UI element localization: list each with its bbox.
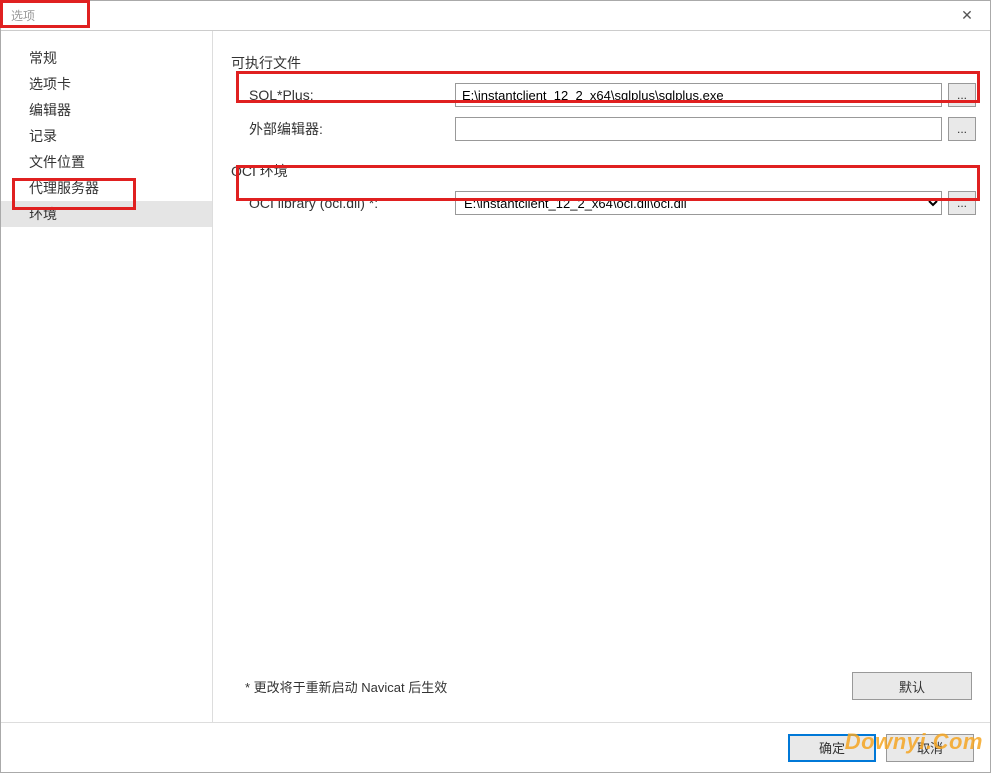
content-split: 常规 选项卡 编辑器 记录 文件位置 代理服务器 环境 可执行文件 SQL*Pl…	[1, 31, 990, 722]
row-oci-library: OCI library (oci.dll) *: E:\instantclien…	[249, 191, 976, 215]
close-icon[interactable]: ✕	[944, 1, 990, 31]
row-sqlplus: SQL*Plus: ...	[249, 83, 976, 107]
options-window: 选项 ✕ 常规 选项卡 编辑器 记录 文件位置 代理服务器 环境 可执行文件 S…	[0, 0, 991, 773]
sidebar-item-general[interactable]: 常规	[1, 45, 212, 71]
sidebar: 常规 选项卡 编辑器 记录 文件位置 代理服务器 环境	[1, 31, 213, 722]
titlebar: 选项 ✕	[1, 1, 990, 31]
input-sqlplus[interactable]	[455, 83, 942, 107]
section-oci-title: OCI 环境	[231, 161, 976, 181]
sidebar-item-tabs[interactable]: 选项卡	[1, 71, 212, 97]
row-external-editor: 外部编辑器: ...	[249, 117, 976, 141]
browse-sqlplus-button[interactable]: ...	[948, 83, 976, 107]
content-panel: 可执行文件 SQL*Plus: ... 外部编辑器: ... OCI 环境 OC…	[213, 31, 990, 722]
sidebar-item-file-location[interactable]: 文件位置	[1, 149, 212, 175]
sidebar-item-environment[interactable]: 环境	[1, 201, 212, 227]
sidebar-item-records[interactable]: 记录	[1, 123, 212, 149]
section-exec-title: 可执行文件	[231, 53, 976, 73]
restart-note-text: * 更改将于重新启动 Navicat 后生效	[245, 677, 447, 696]
restart-note-row: * 更改将于重新启动 Navicat 后生效 默认	[231, 662, 976, 714]
window-body: 常规 选项卡 编辑器 记录 文件位置 代理服务器 环境 可执行文件 SQL*Pl…	[1, 31, 990, 772]
label-sqlplus: SQL*Plus:	[249, 87, 449, 103]
sidebar-item-proxy[interactable]: 代理服务器	[1, 175, 212, 201]
label-oci-library: OCI library (oci.dll) *:	[249, 195, 449, 211]
footer: 确定 取消	[1, 722, 990, 772]
browse-oci-library-button[interactable]: ...	[948, 191, 976, 215]
browse-external-editor-button[interactable]: ...	[948, 117, 976, 141]
select-oci-library[interactable]: E:\instantclient_12_2_x64\oci.dll\oci.dl…	[455, 191, 942, 215]
ok-button[interactable]: 确定	[788, 734, 876, 762]
cancel-button[interactable]: 取消	[886, 734, 974, 762]
sidebar-item-editor[interactable]: 编辑器	[1, 97, 212, 123]
label-external-editor: 外部编辑器:	[249, 119, 449, 139]
default-button[interactable]: 默认	[852, 672, 972, 700]
window-title: 选项	[5, 5, 41, 26]
input-external-editor[interactable]	[455, 117, 942, 141]
